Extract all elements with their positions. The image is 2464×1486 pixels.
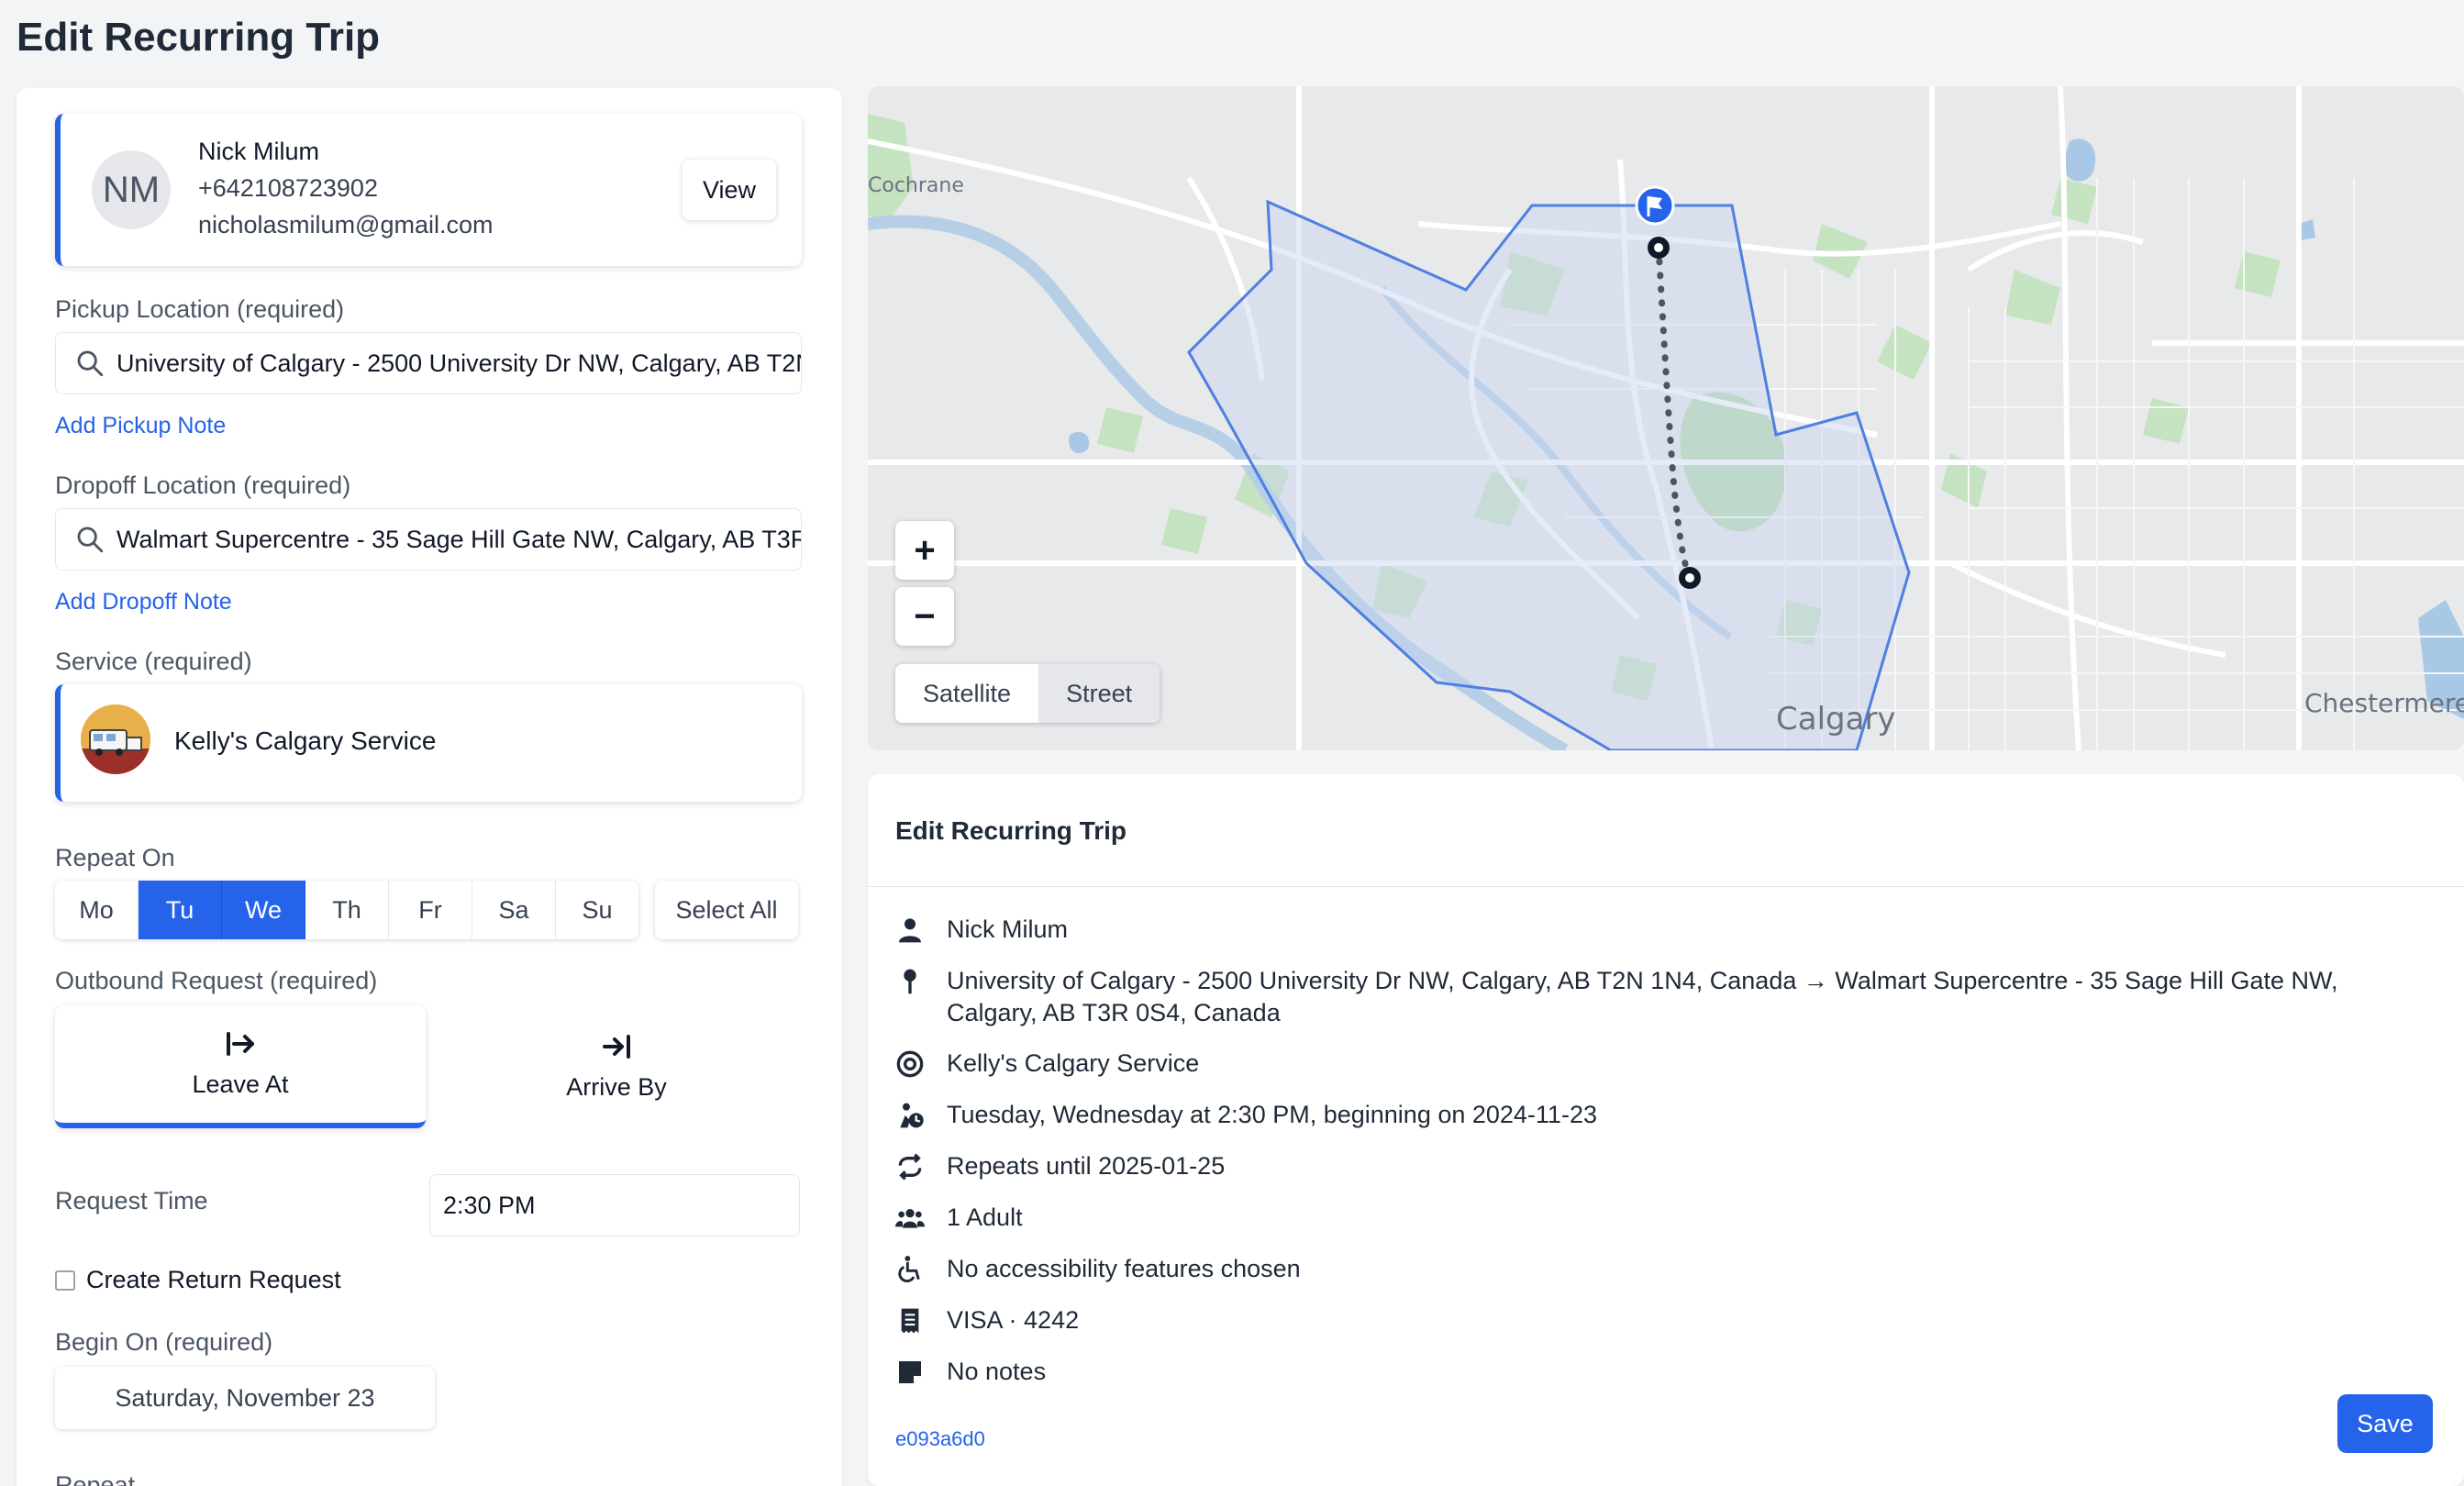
trip-summary-card: Edit Recurring Trip Nick Milum Universit…	[868, 774, 2464, 1486]
day-sunday[interactable]: Su	[556, 881, 638, 939]
dropoff-value: Walmart Supercentre - 35 Sage Hill Gate …	[117, 525, 801, 553]
satellite-tab[interactable]: Satellite	[895, 664, 1039, 723]
select-all-days-button[interactable]: Select All	[655, 881, 798, 939]
summary-accessibility: No accessibility features chosen	[947, 1255, 1301, 1282]
leave-at-option[interactable]: Leave At	[55, 1005, 426, 1128]
receipt-icon	[901, 1308, 919, 1334]
return-request-row: Create Return Request	[55, 1266, 341, 1294]
repeat-until-label: Repeat	[55, 1471, 136, 1486]
summary-service-row: Kelly's Calgary Service	[895, 1048, 2433, 1080]
flag-icon[interactable]	[1635, 185, 1675, 226]
summary-passengers: 1 Adult	[947, 1203, 1023, 1231]
summary-schedule: Tuesday, Wednesday at 2:30 PM, beginning…	[947, 1101, 1597, 1128]
summary-schedule-row: Tuesday, Wednesday at 2:30 PM, beginning…	[895, 1099, 2433, 1131]
day-saturday[interactable]: Sa	[472, 881, 556, 939]
pickup-input[interactable]: University of Calgary - 2500 University …	[55, 332, 802, 394]
summary-notes: No notes	[947, 1358, 1047, 1385]
service-logo	[81, 704, 150, 774]
divider	[868, 886, 2464, 887]
service-label: Service (required)	[55, 648, 252, 675]
trip-map[interactable]: Cochrane Calgary Chestermere + − Satelli…	[868, 86, 2464, 750]
arrive-by-icon	[603, 1034, 630, 1059]
map-label-calgary: Calgary	[1776, 701, 1896, 737]
summary-service: Kelly's Calgary Service	[947, 1049, 1200, 1077]
summary-accessibility-row: No accessibility features chosen	[895, 1253, 2433, 1285]
summary-rider-row: Nick Milum	[895, 914, 2433, 946]
trip-id-link[interactable]: e093a6d0	[895, 1427, 985, 1451]
request-time-input[interactable]: 2:30 PM	[429, 1174, 800, 1236]
return-request-label: Create Return Request	[86, 1266, 341, 1293]
target-icon	[896, 1050, 924, 1078]
note-icon	[899, 1361, 921, 1383]
dropoff-input[interactable]: Walmart Supercentre - 35 Sage Hill Gate …	[55, 508, 802, 571]
search-icon	[77, 350, 104, 377]
rider-card: NM Nick Milum +642108723902 nicholasmilu…	[55, 114, 802, 266]
schedule-icon	[900, 1103, 924, 1128]
rider-email: nicholasmilum@gmail.com	[198, 211, 494, 238]
summary-repeats-row: Repeats until 2025-01-25	[895, 1150, 2433, 1182]
summary-notes-row: No notes	[895, 1356, 2433, 1388]
user-icon	[899, 918, 921, 943]
day-friday[interactable]: Fr	[389, 881, 472, 939]
arrive-by-option[interactable]: Arrive By	[431, 1005, 802, 1128]
add-dropoff-note-link[interactable]: Add Dropoff Note	[55, 589, 232, 615]
pickup-value: University of Calgary - 2500 University …	[117, 349, 801, 377]
zoom-in-button[interactable]: +	[895, 521, 954, 580]
zoom-out-button[interactable]: −	[895, 587, 954, 646]
request-time-label: Request Time	[55, 1187, 208, 1214]
street-tab[interactable]: Street	[1038, 664, 1160, 723]
leave-at-label: Leave At	[192, 1070, 289, 1098]
summary-title: Edit Recurring Trip	[895, 816, 1127, 845]
summary-passengers-row: 1 Adult	[895, 1202, 2433, 1234]
map-label-cochrane: Cochrane	[868, 174, 964, 197]
map-label-chestermere: Chestermere	[2304, 688, 2464, 718]
repeat-day-selector: Mo Tu We Th Fr Sa Su	[55, 881, 638, 939]
rider-phone: +642108723902	[198, 174, 378, 202]
return-request-checkbox[interactable]	[55, 1270, 75, 1291]
dropoff-label: Dropoff Location (required)	[55, 471, 351, 499]
search-icon	[77, 527, 104, 553]
add-pickup-note-link[interactable]: Add Pickup Note	[55, 413, 226, 439]
avatar: NM	[92, 150, 171, 229]
rider-name: Nick Milum	[198, 138, 319, 165]
repeat-on-label: Repeat On	[55, 844, 175, 871]
map-type-toggle: Satellite Street	[895, 664, 1160, 723]
summary-route: University of Calgary - 2500 University …	[947, 967, 2338, 1026]
day-tuesday[interactable]: Tu	[139, 881, 222, 939]
summary-payment-row: VISA · 4242	[895, 1304, 2433, 1336]
day-wednesday[interactable]: We	[222, 881, 305, 939]
summary-route-row: University of Calgary - 2500 University …	[895, 965, 2433, 1029]
trip-form-panel: NM Nick Milum +642108723902 nicholasmilu…	[17, 88, 842, 1486]
summary-repeats: Repeats until 2025-01-25	[947, 1152, 1226, 1180]
arrive-by-label: Arrive By	[566, 1072, 667, 1101]
wheelchair-icon	[898, 1256, 920, 1283]
day-monday[interactable]: Mo	[55, 881, 139, 939]
service-name: Kelly's Calgary Service	[174, 726, 437, 755]
leave-at-icon	[227, 1031, 254, 1056]
outbound-request-label: Outbound Request (required)	[55, 967, 378, 994]
service-card[interactable]: Kelly's Calgary Service	[55, 684, 802, 802]
save-button[interactable]: Save	[2337, 1394, 2433, 1453]
pickup-label: Pickup Location (required)	[55, 295, 345, 323]
users-icon	[895, 1209, 925, 1228]
begin-on-label: Begin On (required)	[55, 1328, 273, 1356]
summary-rider: Nick Milum	[947, 915, 1068, 943]
summary-payment: VISA · 4242	[947, 1306, 1080, 1334]
repeat-icon	[898, 1153, 922, 1181]
day-thursday[interactable]: Th	[305, 881, 389, 939]
view-rider-button[interactable]: View	[683, 160, 776, 220]
map-canvas	[868, 86, 2464, 750]
begin-on-date-picker[interactable]: Saturday, November 23	[55, 1367, 435, 1429]
page-title: Edit Recurring Trip	[17, 15, 381, 60]
pin-icon	[904, 969, 916, 994]
